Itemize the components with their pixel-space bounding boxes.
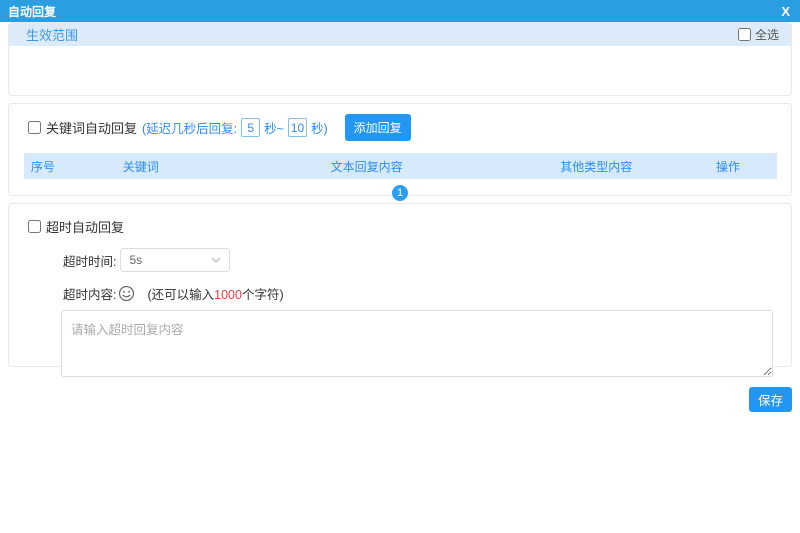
save-button[interactable]: 保存 <box>749 387 792 412</box>
pagination: 1 <box>9 185 791 201</box>
remaining-count: 1000 <box>214 288 242 302</box>
timeout-time-select[interactable]: 5s <box>120 248 230 272</box>
dialog-titlebar: 自动回复 X <box>0 0 800 22</box>
keyword-reply-controls: 关键词自动回复 (延迟几秒后回复: 秒~ 秒) 添加回复 <box>9 104 791 141</box>
column-header-actions: 操作 <box>679 158 777 175</box>
add-reply-button[interactable]: 添加回复 <box>345 114 411 141</box>
delay-min-input[interactable] <box>241 118 260 137</box>
keyword-table-header: 序号 关键词 文本回复内容 其他类型内容 操作 <box>24 153 777 179</box>
dialog-footer: 保存 <box>8 387 792 412</box>
column-header-other-content: 其他类型内容 <box>513 158 679 175</box>
select-all-label: 全选 <box>755 26 779 43</box>
timeout-content-row: 超时内容: (还可以输入1000个字符) <box>63 284 791 303</box>
timeout-reply-label: 超时自动回复 <box>46 217 124 236</box>
select-all-checkbox[interactable] <box>738 28 751 41</box>
select-all-option[interactable]: 全选 <box>738 26 779 43</box>
column-header-keyword: 关键词 <box>62 158 220 175</box>
remaining-chars-note: (还可以输入1000个字符) <box>147 284 283 303</box>
smiley-face-icon[interactable] <box>118 285 135 302</box>
scope-section-header: 生效范围 全选 <box>9 23 791 46</box>
keyword-reply-checkbox[interactable] <box>28 121 41 134</box>
timeout-reply-checkbox[interactable] <box>28 220 41 233</box>
timeout-time-row: 超时时间: 5s <box>63 248 791 272</box>
chevron-down-icon <box>211 255 221 265</box>
delay-unit-between: 秒~ <box>264 118 284 137</box>
timeout-time-label: 超时时间: <box>63 251 116 270</box>
scope-section-title: 生效范围 <box>26 25 78 44</box>
delay-max-input[interactable] <box>288 118 307 137</box>
dialog-title: 自动回复 <box>8 3 56 20</box>
keyword-reply-label: 关键词自动回复 <box>46 118 137 137</box>
column-header-index: 序号 <box>24 158 62 175</box>
column-header-text-reply: 文本回复内容 <box>220 158 514 175</box>
timeout-time-value: 5s <box>129 253 142 267</box>
remaining-prefix: (还可以输入 <box>147 288 214 302</box>
keyword-reply-section: 关键词自动回复 (延迟几秒后回复: 秒~ 秒) 添加回复 序号 关键词 文本回复… <box>8 103 792 196</box>
remaining-suffix: 个字符) <box>242 288 284 302</box>
delay-note-prefix: (延迟几秒后回复: <box>142 118 237 137</box>
close-icon[interactable]: X <box>781 5 790 18</box>
timeout-reply-textarea[interactable] <box>61 310 773 377</box>
timeout-reply-section: 超时自动回复 超时时间: 5s 超时内容: (还可以输入1000个字符) <box>8 203 792 367</box>
timeout-reply-controls: 超时自动回复 <box>9 204 791 236</box>
page-1-button[interactable]: 1 <box>392 185 408 201</box>
scope-section: 生效范围 全选 <box>8 22 792 96</box>
delay-unit-after: 秒) <box>311 118 328 137</box>
timeout-content-label: 超时内容: <box>63 284 116 303</box>
